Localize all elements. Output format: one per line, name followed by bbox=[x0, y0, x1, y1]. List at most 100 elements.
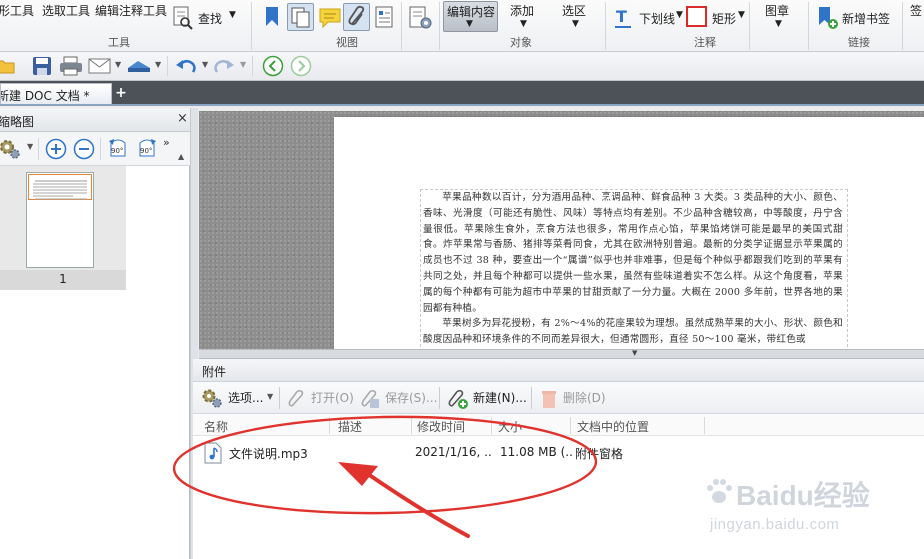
zoom-out-icon[interactable] bbox=[73, 138, 95, 160]
view-attachments-button[interactable] bbox=[343, 3, 370, 31]
find-icon[interactable] bbox=[172, 5, 194, 31]
add-button[interactable]: 添加 bbox=[510, 2, 534, 19]
find-button[interactable]: 查找 bbox=[198, 10, 222, 27]
attachment-panel-splitter[interactable]: ▼ bbox=[199, 349, 924, 359]
watermark-brand: Baidu经验 bbox=[736, 480, 870, 511]
ribbon-tool-shape[interactable]: 形工具 bbox=[0, 2, 34, 19]
paw-logo-icon bbox=[707, 479, 732, 503]
thumbnail-panel-title: 缩略图 bbox=[0, 115, 35, 129]
view-thumbnails-button[interactable] bbox=[287, 3, 314, 31]
paperclip-icon bbox=[348, 5, 365, 26]
email-icon[interactable] bbox=[88, 58, 112, 74]
options-gear-icon[interactable] bbox=[201, 388, 223, 410]
column-divider[interactable] bbox=[570, 417, 571, 434]
attachments-column-headers: 名称 描述 修改时间 大小 文档中的位置 bbox=[193, 415, 924, 436]
toolbar-divider bbox=[38, 138, 39, 160]
qat-divider bbox=[252, 56, 253, 76]
save-button[interactable]: 保存(S)... bbox=[385, 389, 437, 406]
rotate-right-icon[interactable]: 90° bbox=[135, 137, 159, 161]
column-divider[interactable] bbox=[491, 417, 492, 434]
attachment-row[interactable]: 文件说明.mp3 2021/1/16, .. 11.08 MB (.. 附件窗格 bbox=[193, 439, 924, 465]
new-bookmark-icon[interactable] bbox=[816, 5, 840, 31]
document-properties-icon[interactable] bbox=[374, 5, 396, 31]
delete-button[interactable]: 删除(D) bbox=[563, 389, 606, 406]
save-icon[interactable] bbox=[32, 56, 52, 76]
ribbon: 形工具 选取工具 编辑注释工具 查找 ▼ 工具 视图 编辑内容 ▼ 添加 ▼ 选… bbox=[0, 0, 924, 52]
underline-icon[interactable]: T bbox=[613, 6, 635, 30]
new-tab-button[interactable]: + bbox=[114, 86, 128, 100]
ribbon-tool-edit-annotation[interactable]: 编辑注释工具 bbox=[95, 2, 167, 19]
document-text[interactable]: 苹果品种数以百计，分为酒用品种、烹调品种、鲜食品种 3 大类。3 类品种的大小、… bbox=[423, 190, 843, 348]
select-area-button[interactable]: 选区 bbox=[562, 2, 586, 19]
watermark-url: jingyan.baidu.com bbox=[710, 516, 840, 533]
options-dropdown-icon[interactable]: ▼ bbox=[267, 392, 273, 401]
column-description[interactable]: 描述 bbox=[338, 418, 362, 435]
open-folder-icon[interactable] bbox=[0, 57, 16, 75]
options-dropdown-icon[interactable]: ▼ bbox=[27, 142, 33, 151]
panel-collapse-icon[interactable]: ▲ bbox=[178, 152, 184, 161]
new-attachment-icon[interactable] bbox=[446, 388, 470, 410]
ribbon-tool-select[interactable]: 选取工具 bbox=[42, 2, 90, 19]
scan-icon[interactable] bbox=[126, 58, 152, 74]
ribbon-overflow-item[interactable]: 签 bbox=[910, 2, 922, 19]
forward-icon[interactable] bbox=[290, 55, 312, 77]
rectangle-button[interactable]: 矩形 bbox=[712, 10, 736, 27]
thumbnail-panel-header: 缩略图 × bbox=[0, 108, 190, 132]
save-attachment-icon[interactable] bbox=[359, 389, 381, 409]
options-gear-icon[interactable] bbox=[0, 138, 22, 160]
edit-content-button[interactable]: 编辑内容 ▼ bbox=[443, 1, 498, 32]
column-modified[interactable]: 修改时间 bbox=[417, 418, 465, 435]
undo-dropdown-icon[interactable]: ▼ bbox=[202, 60, 208, 69]
options-button[interactable]: 选项... bbox=[228, 389, 263, 406]
stamp-dropdown-icon[interactable]: ▼ bbox=[775, 19, 782, 29]
rectangle-dropdown-icon[interactable]: ▼ bbox=[738, 10, 745, 20]
new-button[interactable]: 新建(N)... bbox=[473, 389, 527, 406]
bookmark-icon[interactable] bbox=[264, 6, 280, 28]
rotate-right-label: 90° bbox=[140, 147, 152, 155]
redo-dropdown-icon[interactable]: ▼ bbox=[240, 60, 246, 69]
redo-icon[interactable] bbox=[213, 56, 235, 76]
qat-divider bbox=[167, 56, 168, 76]
undo-icon[interactable] bbox=[175, 56, 197, 76]
open-button[interactable]: 打开(O) bbox=[311, 389, 354, 406]
audio-file-icon bbox=[204, 442, 222, 464]
print-icon[interactable] bbox=[59, 56, 83, 76]
column-divider[interactable] bbox=[704, 417, 705, 434]
document-tab[interactable]: 新建 DOC 文档 * bbox=[0, 83, 112, 104]
edit-content-dropdown-icon: ▼ bbox=[466, 19, 473, 29]
link-group-label: 链接 bbox=[848, 36, 870, 49]
view-group-label: 视图 bbox=[336, 36, 358, 49]
find-dropdown-icon[interactable]: ▼ bbox=[229, 10, 236, 20]
column-size[interactable]: 大小 bbox=[498, 418, 522, 435]
add-dropdown-icon[interactable]: ▼ bbox=[520, 19, 527, 29]
ribbon-divider bbox=[251, 2, 252, 50]
scan-dropdown-icon[interactable]: ▼ bbox=[155, 60, 161, 69]
zoom-in-icon[interactable] bbox=[45, 138, 67, 160]
document-tab-bar: 新建 DOC 文档 * + bbox=[0, 81, 924, 106]
rotate-left-icon[interactable]: 90° bbox=[106, 137, 130, 161]
stamp-button[interactable]: 图章 bbox=[765, 2, 789, 19]
thumbnail-panel-close-button[interactable]: × bbox=[177, 111, 188, 126]
page-settings-icon[interactable] bbox=[408, 5, 434, 31]
column-location[interactable]: 文档中的位置 bbox=[577, 418, 649, 435]
column-divider[interactable] bbox=[411, 417, 412, 434]
new-bookmark-button[interactable]: 新增书签 bbox=[842, 10, 890, 27]
attachment-name: 文件说明.mp3 bbox=[229, 447, 308, 461]
more-options-icon[interactable]: » bbox=[163, 137, 170, 148]
open-attachment-icon[interactable] bbox=[286, 389, 306, 409]
comment-icon[interactable] bbox=[318, 7, 342, 29]
rectangle-icon[interactable] bbox=[686, 6, 707, 27]
select-area-dropdown-icon[interactable]: ▼ bbox=[572, 19, 579, 29]
back-icon[interactable] bbox=[262, 55, 284, 77]
column-name[interactable]: 名称 bbox=[204, 418, 228, 435]
email-dropdown-icon[interactable]: ▼ bbox=[115, 60, 121, 69]
column-divider[interactable] bbox=[329, 417, 330, 434]
document-tab-label: 新建 DOC 文档 * bbox=[0, 89, 90, 103]
underline-button[interactable]: 下划线 bbox=[639, 10, 675, 27]
document-view[interactable]: 苹果品种数以百计，分为酒用品种、烹调品种、鲜食品种 3 大类。3 类品种的大小、… bbox=[199, 111, 924, 349]
toolbar-divider bbox=[279, 387, 280, 409]
trash-icon[interactable] bbox=[540, 388, 558, 410]
underline-dropdown-icon[interactable]: ▼ bbox=[676, 10, 683, 20]
page-thumbnail[interactable] bbox=[26, 172, 94, 268]
attachment-location: 附件窗格 bbox=[575, 447, 624, 461]
